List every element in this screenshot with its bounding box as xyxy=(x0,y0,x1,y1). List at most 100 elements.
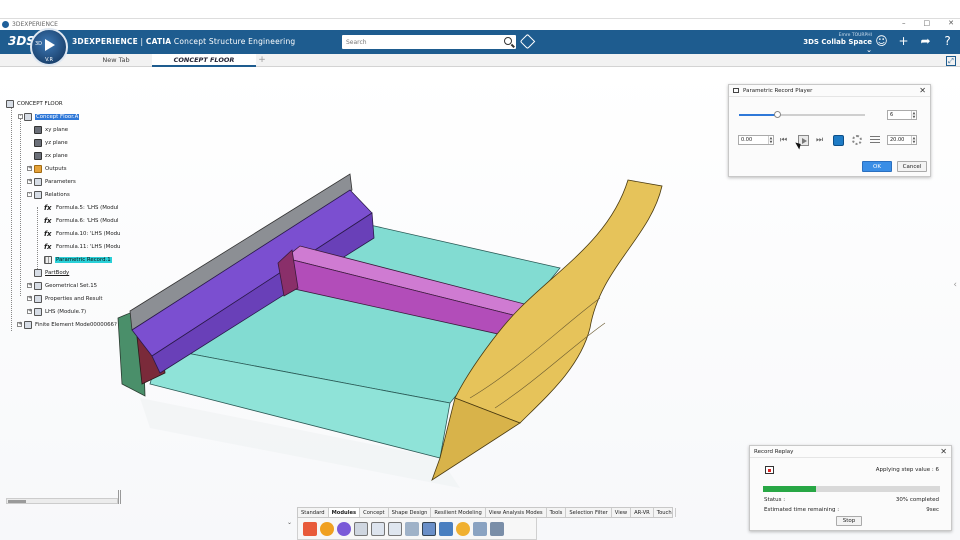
tree-item-properties[interactable]: Properties and Result xyxy=(34,294,102,304)
close-window-button[interactable]: ✕ xyxy=(948,19,954,27)
tree-item-relations[interactable]: Relations xyxy=(34,190,70,200)
expand-outputs-icon[interactable]: + xyxy=(27,166,32,171)
toolbar-tab-concept[interactable]: Concept xyxy=(360,508,389,517)
expand-properties-icon[interactable]: + xyxy=(27,296,32,301)
stepper-arrows-icon[interactable]: ▲ ▼ xyxy=(911,136,916,144)
maximize-button[interactable]: □ xyxy=(924,19,931,27)
help-icon[interactable]: ? xyxy=(941,35,954,47)
collab-space-selector[interactable]: 3DS Collab Space ⌄ xyxy=(800,38,872,54)
expand-icon[interactable]: ⤢ xyxy=(946,56,956,66)
window-title: 3DEXPERIENCE xyxy=(12,21,58,28)
toolbar-tab-tools[interactable]: Tools xyxy=(547,508,567,517)
tree-item-parameters[interactable]: Parameters xyxy=(34,177,76,187)
side-panel-arrow-icon[interactable]: ‹ xyxy=(953,280,957,290)
action-bar-caret-icon[interactable]: ⌄ xyxy=(287,519,292,526)
render-tool-icon[interactable] xyxy=(422,521,436,536)
compass-play-icon[interactable] xyxy=(45,39,55,51)
sphere-tool-icon[interactable] xyxy=(320,521,334,536)
stack-tool-icon[interactable] xyxy=(490,521,504,536)
toolbar-tab-shape-design[interactable]: Shape Design xyxy=(389,508,432,517)
tree-item-parametric-record[interactable]: Parametric Record.1 xyxy=(44,255,112,265)
scrollbar-thumb[interactable] xyxy=(8,500,26,503)
section-tool-icon[interactable] xyxy=(473,521,487,536)
light-tool-icon[interactable] xyxy=(456,521,470,536)
toolbar-tab-selection-filter[interactable]: Selection Filter xyxy=(566,508,612,517)
user-profile-icon[interactable]: ☺ xyxy=(875,35,888,47)
tab-new-tab[interactable]: New Tab xyxy=(80,54,152,67)
stepper-arrows-icon[interactable]: ▲ ▼ xyxy=(911,111,916,119)
user-area[interactable]: Emre TOURPHI 3DS Collab Space ⌄ xyxy=(800,33,872,54)
tree-item-partbody[interactable]: PartBody xyxy=(34,268,69,278)
record-icon xyxy=(44,256,52,264)
toolbar-tab-standard[interactable]: Standard xyxy=(298,508,329,517)
view-tool-icon[interactable] xyxy=(354,521,368,536)
loop-icon[interactable] xyxy=(833,135,844,146)
expand-lhs-icon[interactable]: + xyxy=(27,309,32,314)
tree-item-formula-5[interactable]: fx Formula.5: 'LHS (Modul xyxy=(44,203,119,213)
analysis-tool-icon[interactable] xyxy=(388,521,402,536)
add-icon[interactable]: + xyxy=(897,35,910,47)
tree-item-zx-plane[interactable]: zx plane xyxy=(34,151,68,161)
relations-icon xyxy=(34,191,42,199)
add-tab-button[interactable]: + xyxy=(256,54,268,67)
search-icon[interactable] xyxy=(504,37,512,45)
cancel-button[interactable]: Cancel xyxy=(897,161,927,172)
tree-item-lhs[interactable]: LHS (Module.7) xyxy=(34,307,86,317)
list-icon[interactable] xyxy=(870,136,880,144)
collapse-icon[interactable]: - xyxy=(18,114,23,119)
mesh-tool-icon[interactable] xyxy=(405,521,419,536)
toolbar-tab-view-analysis-modes[interactable]: View Analysis Modes xyxy=(486,508,547,517)
toolbar-tab-ar-vr[interactable]: AR-VR xyxy=(631,508,654,517)
tree-item-finite-element[interactable]: Finite Element Mode0000066? xyxy=(24,320,117,330)
end-value-field[interactable]: 20.00 ▲ ▼ xyxy=(887,135,917,145)
status-value: 30% completed xyxy=(895,497,939,503)
module-tool-icon[interactable] xyxy=(303,521,317,536)
tree-scrollbar[interactable] xyxy=(6,498,118,504)
tree-item-geometrical-set[interactable]: Geometrical Set.15 xyxy=(34,281,97,291)
compass-widget[interactable]: 3D V.R xyxy=(30,28,68,66)
step-slider[interactable] xyxy=(739,111,865,118)
material-tool-icon[interactable] xyxy=(439,521,453,536)
stepper-arrows-icon[interactable]: ▲ ▼ xyxy=(768,136,773,144)
close-icon[interactable]: ✕ xyxy=(919,85,926,97)
step-value-field[interactable]: 6 ▲ ▼ xyxy=(887,110,917,120)
tree-item-concept-floor[interactable]: Concept Floor.A xyxy=(24,112,80,122)
skip-back-icon[interactable]: ⏮ xyxy=(780,135,787,144)
toolbar-tab-view[interactable]: View xyxy=(612,508,632,517)
tree-resize-handle[interactable] xyxy=(118,490,121,504)
tree-item-formula-10[interactable]: fx Formula.10: 'LHS (Modu xyxy=(44,229,120,239)
slider-knob[interactable] xyxy=(773,111,781,118)
ok-button[interactable]: OK xyxy=(862,161,892,172)
skip-forward-icon[interactable]: ⏭ xyxy=(816,135,823,144)
toolbar-tab-modules[interactable]: Modules xyxy=(328,508,361,517)
expand-fem-icon[interactable]: + xyxy=(17,322,22,327)
stop-button[interactable]: Stop xyxy=(836,516,862,526)
formula-icon: fx xyxy=(44,230,52,238)
collapse-relations-icon[interactable]: - xyxy=(27,192,32,197)
tree-root[interactable]: CONCEPT FLOOR xyxy=(6,99,63,109)
formula-icon: fx xyxy=(44,204,52,212)
tag-icon[interactable] xyxy=(519,33,536,50)
start-value-field[interactable]: 0.00 ▲ ▼ xyxy=(738,135,774,145)
tree-item-outputs[interactable]: Outputs xyxy=(34,164,67,174)
formula-icon: fx xyxy=(44,217,52,225)
tree-item-formula-6[interactable]: fx Formula.6: 'LHS (Modul xyxy=(44,216,119,226)
close-icon[interactable]: ✕ xyxy=(940,446,947,458)
sheet-tool-icon[interactable] xyxy=(371,521,385,536)
tree-item-yz-plane[interactable]: yz plane xyxy=(34,138,68,148)
tree-item-formula-11[interactable]: fx Formula.11: 'LHS (Modu xyxy=(44,242,120,252)
expand-geoset-icon[interactable]: + xyxy=(27,283,32,288)
toolbar-tab-touch[interactable]: Touch xyxy=(654,508,676,517)
search-input[interactable] xyxy=(346,36,496,48)
share-icon[interactable]: ➦ xyxy=(919,35,932,47)
expand-parameters-icon[interactable]: + xyxy=(27,179,32,184)
plane-icon xyxy=(34,139,42,147)
tab-concept-floor[interactable]: CONCEPT FLOOR xyxy=(152,54,256,67)
tree-item-xy-plane[interactable]: xy plane xyxy=(34,125,68,135)
settings-gear-icon[interactable] xyxy=(852,135,862,145)
outputs-icon xyxy=(34,165,42,173)
search-box[interactable] xyxy=(342,35,516,49)
minimize-button[interactable]: – xyxy=(902,19,906,27)
shape-tool-icon[interactable] xyxy=(337,521,351,536)
toolbar-tab-resilient-modeling[interactable]: Resilient Modeling xyxy=(431,508,486,517)
